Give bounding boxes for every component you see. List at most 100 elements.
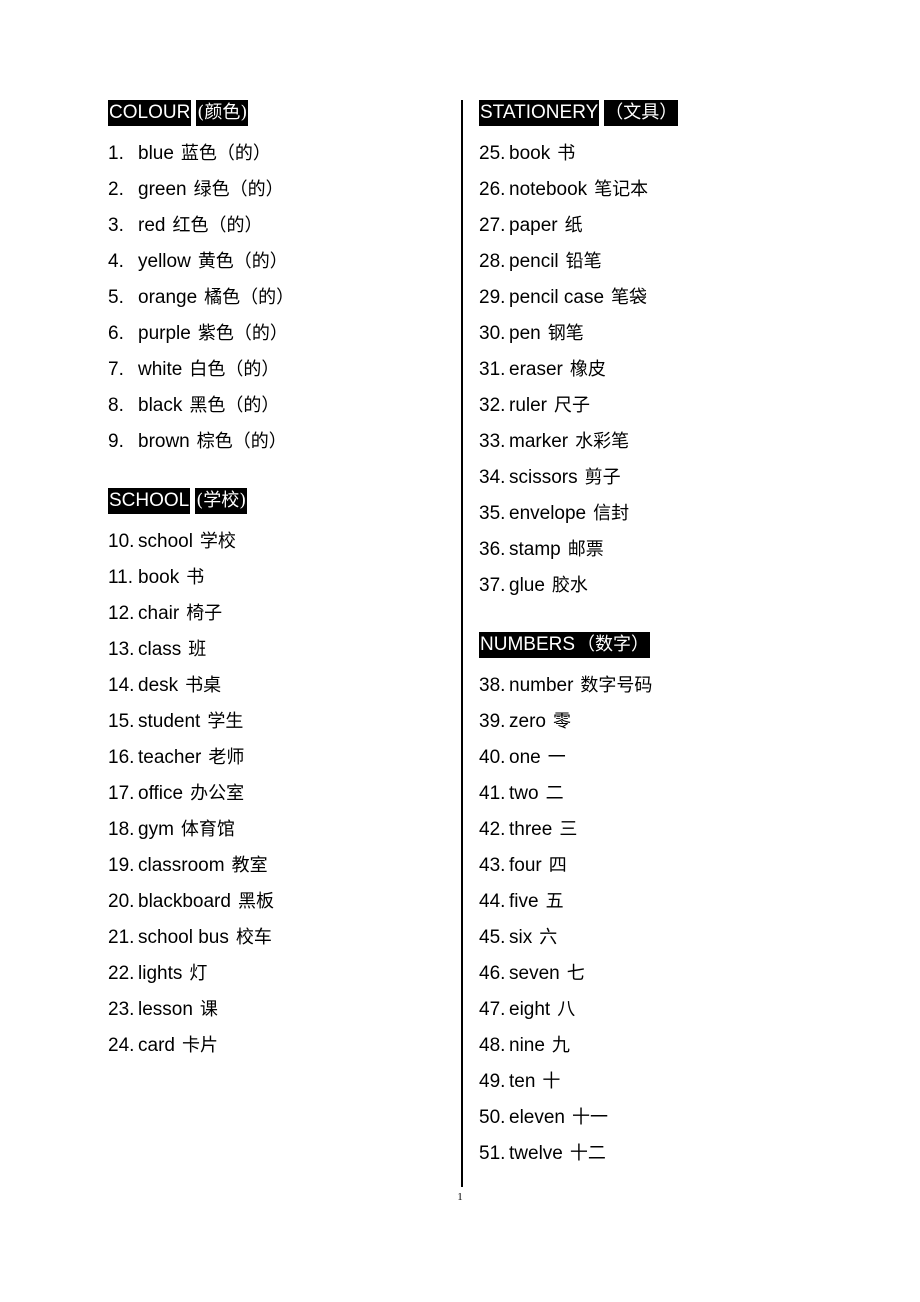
entry-chinese: 四 [548, 855, 567, 876]
entry-number: 10. [108, 531, 135, 552]
entry-number: 35. [479, 503, 506, 524]
vocabulary-entry: 20. blackboard 黑板 [108, 884, 448, 920]
entry-chinese: 红色（的） [172, 215, 263, 236]
vocabulary-entry: 19. classroom 教室 [108, 848, 448, 884]
entry-english: card [138, 1035, 175, 1056]
entry-english: nine [509, 1035, 545, 1056]
entry-chinese: 橡皮 [569, 359, 606, 380]
vocabulary-entry: 46. seven 七 [479, 956, 879, 992]
entry-chinese: 纸 [564, 215, 583, 236]
vocabulary-entry: 29. pencil case 笔袋 [479, 280, 879, 316]
section-colour: COLOUR (颜色) 1. blue 蓝色（的） 2. green 绿色（的） 3. red 红色… [108, 100, 448, 460]
vocabulary-entry: 36. stamp 邮票 [479, 532, 879, 568]
entry-english: zero [509, 711, 546, 732]
entry-english: yellow [138, 251, 191, 272]
entry-english: seven [509, 963, 560, 984]
entry-number: 19. [108, 855, 135, 876]
entry-chinese: 卡片 [181, 1035, 218, 1056]
section-numbers: NUMBERS （数字） 38. number 数字号码 39. zero 零 40. one 一 4… [479, 632, 879, 1172]
vocabulary-entry: 35. envelope 信封 [479, 496, 879, 532]
entry-chinese: 十二 [569, 1143, 606, 1164]
entry-english: book [138, 567, 180, 588]
entry-number: 40. [479, 747, 506, 768]
vocabulary-entry: 44. five 五 [479, 884, 879, 920]
entry-number: 32. [479, 395, 506, 416]
vocabulary-entry: 45. six 六 [479, 920, 879, 956]
entry-number: 36. [479, 539, 506, 560]
vocabulary-entry: 37. glue 胶水 [479, 568, 879, 604]
section-heading-english: SCHOOL [108, 488, 191, 514]
entry-number: 17. [108, 783, 135, 804]
entry-number: 1. [108, 143, 124, 164]
entry-number: 33. [479, 431, 506, 452]
entry-english: eight [509, 999, 551, 1020]
entry-english: eraser [509, 359, 563, 380]
entry-chinese: 白色（的） [189, 359, 280, 380]
entry-number: 38. [479, 675, 506, 696]
vocabulary-entry: 39. zero 零 [479, 704, 879, 740]
entry-english: twelve [509, 1143, 563, 1164]
vocabulary-entry: 26. notebook 笔记本 [479, 172, 879, 208]
entry-english: desk [138, 675, 179, 696]
section-heading-chinese: (颜色) [196, 100, 249, 126]
entry-number: 20. [108, 891, 135, 912]
entry-number: 13. [108, 639, 135, 660]
entry-number: 26. [479, 179, 506, 200]
entry-number: 48. [479, 1035, 506, 1056]
entry-number: 31. [479, 359, 506, 380]
entry-english: stamp [509, 539, 561, 560]
section-stationery: STATIONERY （文具） 25. book 书 26. notebook 笔记本 27. p… [479, 100, 879, 604]
entry-chinese: 零 [552, 711, 571, 732]
entry-number: 24. [108, 1035, 135, 1056]
entry-english: white [138, 359, 183, 380]
entry-chinese: 二 [545, 783, 564, 804]
vocabulary-entry: 21. school bus 校车 [108, 920, 448, 956]
vocabulary-entry: 41. two 二 [479, 776, 879, 812]
entry-number: 37. [479, 575, 506, 596]
entry-chinese: 教室 [231, 855, 268, 876]
entry-english: brown [138, 431, 190, 452]
section-heading-english: STATIONERY [479, 100, 600, 126]
entry-chinese: 钢笔 [547, 323, 584, 344]
vocabulary-entry: 49. ten 十 [479, 1064, 879, 1100]
entry-english: office [138, 783, 184, 804]
entry-english: three [509, 819, 553, 840]
entry-number: 21. [108, 927, 135, 948]
entry-number: 39. [479, 711, 506, 732]
entry-english: notebook [509, 179, 588, 200]
entry-number: 16. [108, 747, 135, 768]
vocabulary-entry: 28. pencil 铅笔 [479, 244, 879, 280]
vocabulary-entry: 42. three 三 [479, 812, 879, 848]
entry-chinese: 笔袋 [611, 287, 648, 308]
entry-chinese: 黑板 [237, 891, 274, 912]
vocabulary-entry: 8. black 黑色（的） [108, 388, 448, 424]
entry-chinese: 十一 [572, 1107, 608, 1128]
entry-chinese: 九 [551, 1035, 570, 1056]
vocabulary-entry: 12. chair 椅子 [108, 596, 448, 632]
entry-number: 4. [108, 251, 124, 272]
entry-number: 42. [479, 819, 506, 840]
vocabulary-entry: 27. paper 纸 [479, 208, 879, 244]
entry-number: 43. [479, 855, 506, 876]
entry-english: black [138, 395, 183, 416]
entry-english: gym [138, 819, 174, 840]
entry-number: 2. [108, 179, 124, 200]
entry-chinese: 书桌 [185, 675, 222, 696]
vocabulary-entry: 3. red 红色（的） [108, 208, 448, 244]
entry-chinese: 十 [542, 1071, 561, 1092]
section-heading-school: SCHOOL (学校) [108, 488, 448, 514]
vocabulary-entry: 34. scissors 剪子 [479, 460, 879, 496]
entry-english: two [509, 783, 539, 804]
vocabulary-entry: 23. lesson 课 [108, 992, 448, 1028]
entry-english: pencil [509, 251, 559, 272]
left-column: COLOUR (颜色) 1. blue 蓝色（的） 2. green 绿色（的） 3. red 红色… [108, 100, 448, 1064]
vocabulary-entry: 32. ruler 尺子 [479, 388, 879, 424]
entry-number: 46. [479, 963, 506, 984]
entry-number: 50. [479, 1107, 506, 1128]
entry-chinese: 剪子 [584, 467, 621, 488]
entry-chinese: 灯 [189, 963, 208, 984]
section-heading-numbers: NUMBERS （数字） [479, 632, 879, 658]
entry-chinese: 笔记本 [594, 179, 649, 200]
entry-number: 47. [479, 999, 506, 1020]
